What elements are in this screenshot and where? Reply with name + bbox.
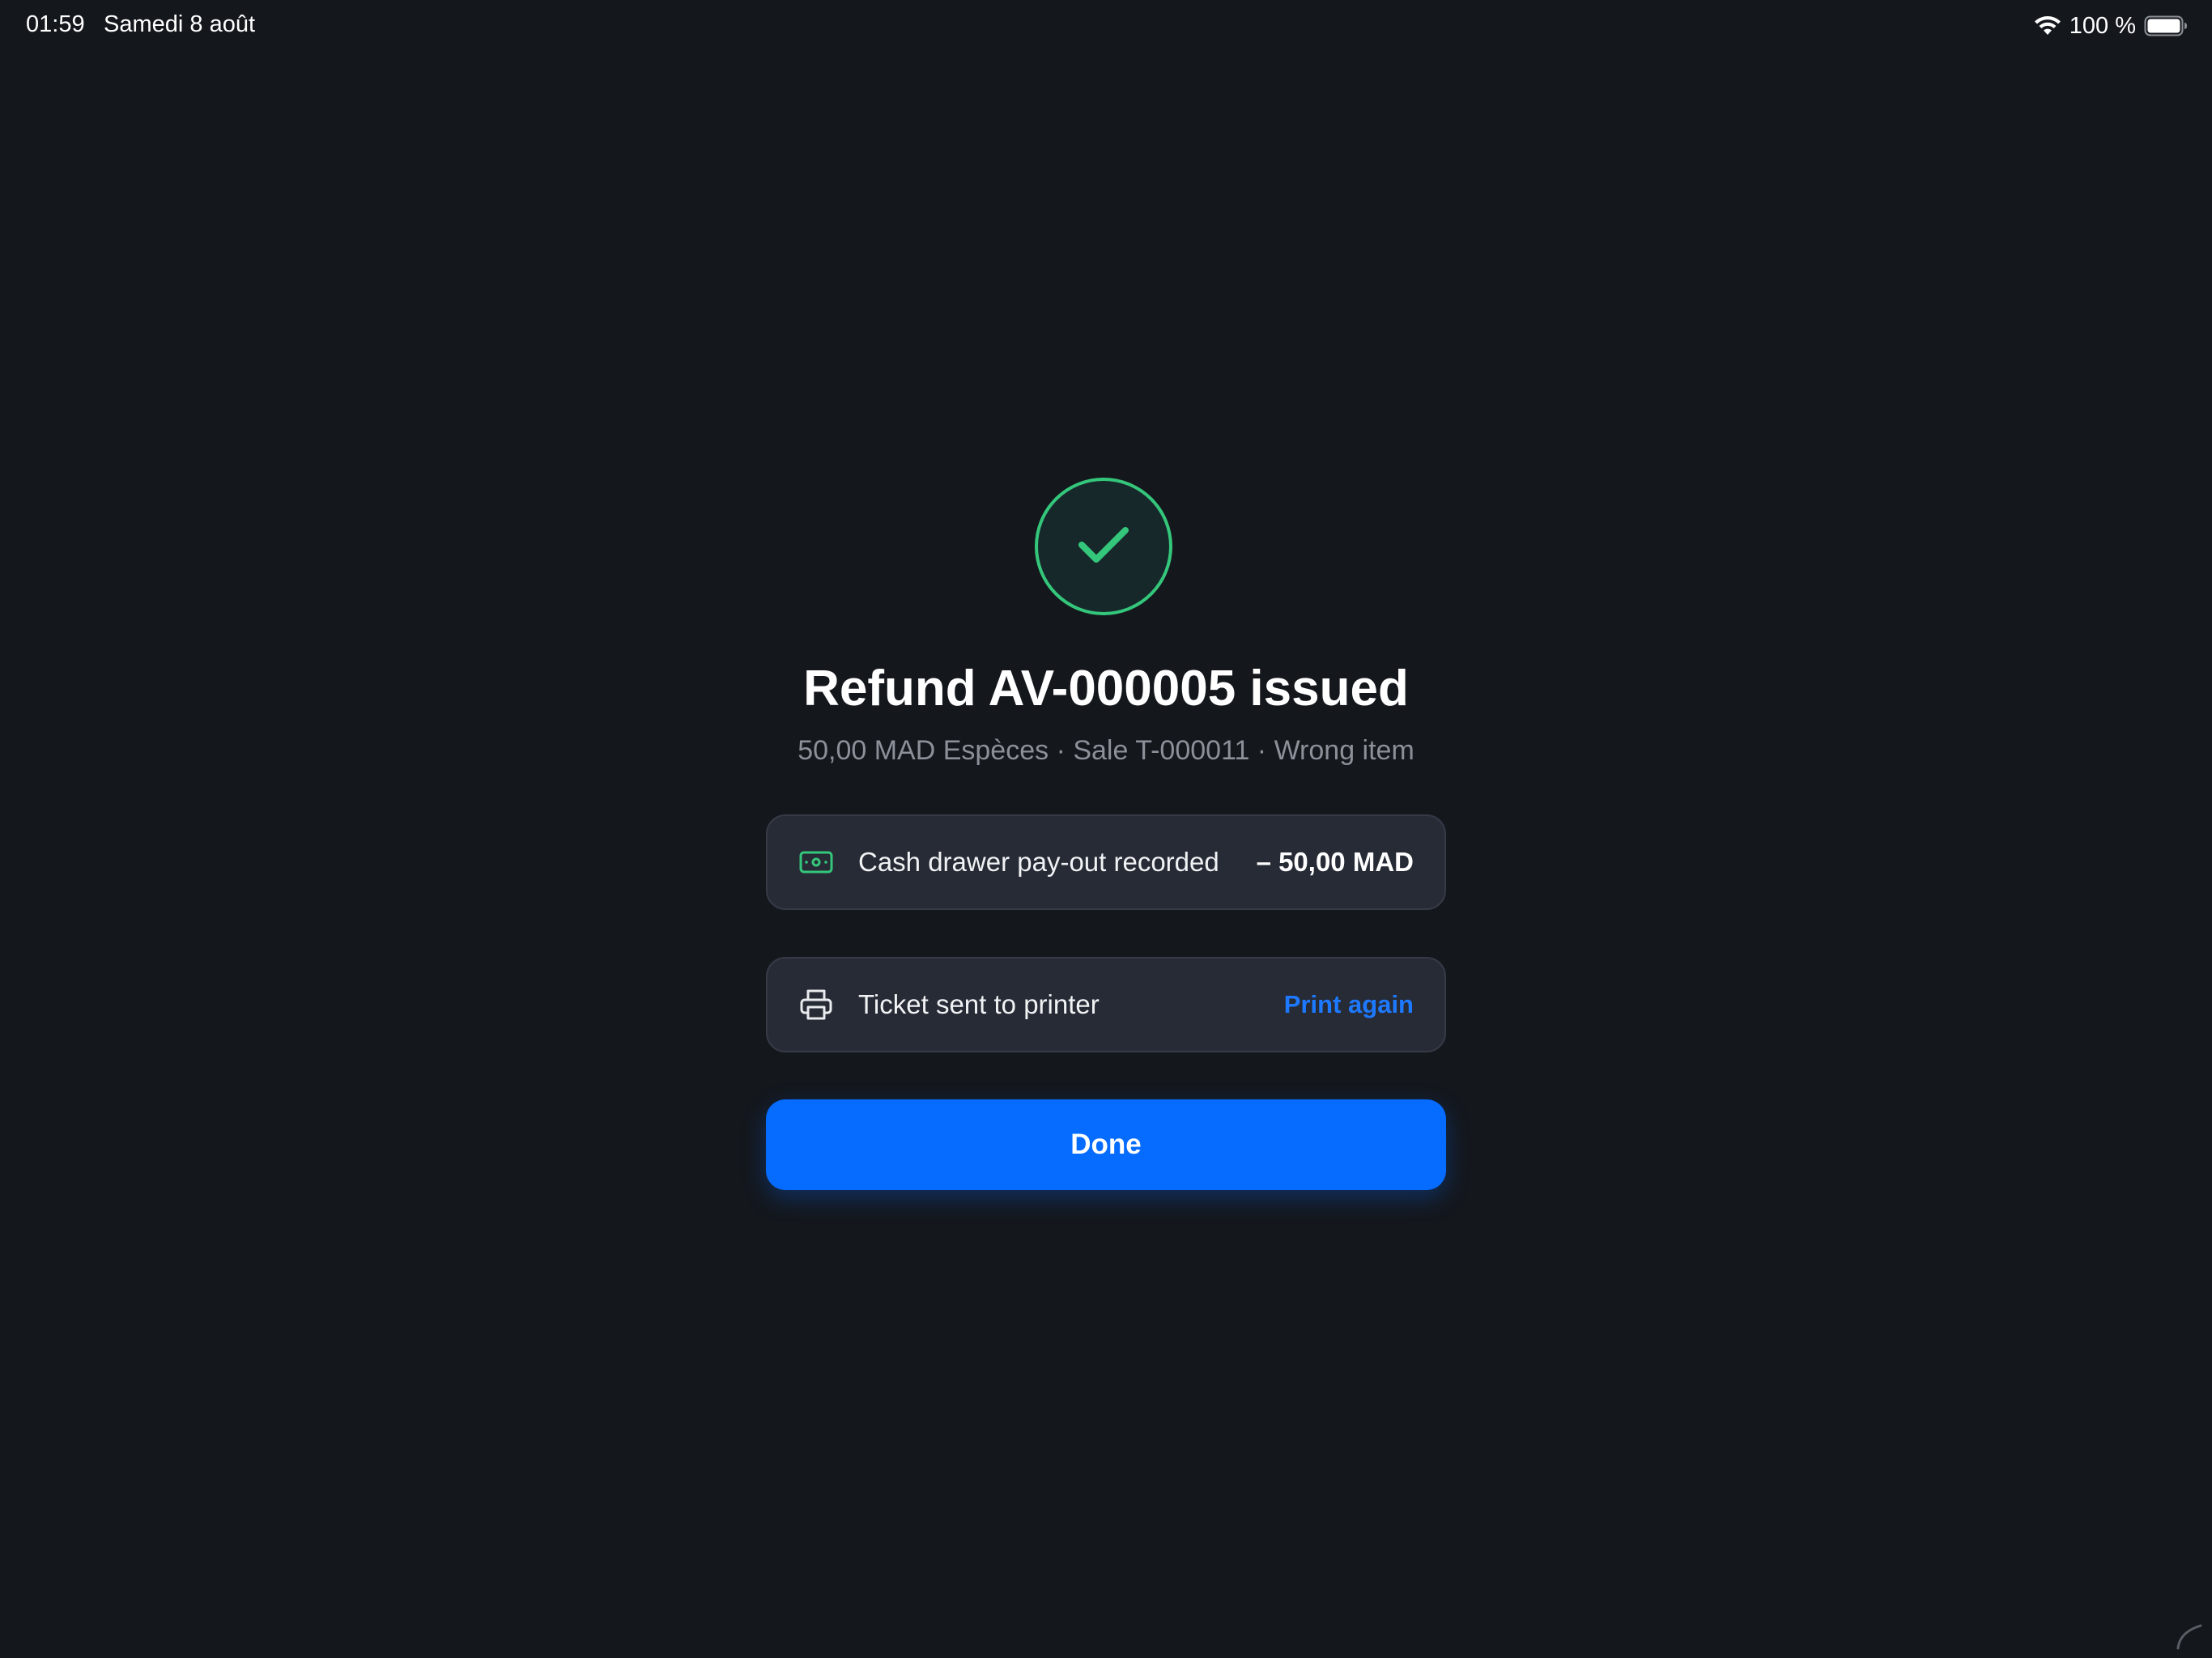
printer-status-card: Ticket sent to printer Print again <box>766 957 1446 1052</box>
checkmark-icon <box>1075 522 1132 572</box>
banknote-icon <box>798 844 834 880</box>
success-badge <box>1035 478 1172 615</box>
cash-payout-card: Cash drawer pay-out recorded – 50,00 MAD <box>766 814 1446 910</box>
refund-confirmation-screen: 01:59 Samedi 8 août 100 % Refund AV-0000… <box>0 0 2212 1658</box>
status-date: Samedi 8 août <box>104 11 256 37</box>
refund-summary: 50,00 MAD Espèces · Sale T-000011 · Wron… <box>798 735 1414 766</box>
status-bar: 01:59 Samedi 8 août 100 % <box>0 0 2212 52</box>
print-again-button[interactable]: Print again <box>1284 990 1414 1019</box>
wifi-icon <box>2034 15 2061 36</box>
printer-status-label: Ticket sent to printer <box>858 989 1100 1019</box>
printer-icon <box>798 987 834 1022</box>
battery-percentage: 100 % <box>2069 12 2136 39</box>
done-button[interactable]: Done <box>766 1099 1446 1190</box>
page-title: Refund AV-000005 issued <box>803 661 1409 716</box>
status-time: 01:59 <box>26 11 85 37</box>
battery-icon <box>2144 15 2188 36</box>
cash-payout-label: Cash drawer pay-out recorded <box>858 847 1219 877</box>
home-corner-indicator <box>2173 1621 2206 1653</box>
cash-payout-amount: – 50,00 MAD <box>1256 847 1414 877</box>
status-indicators: 100 % <box>2034 10 2188 42</box>
